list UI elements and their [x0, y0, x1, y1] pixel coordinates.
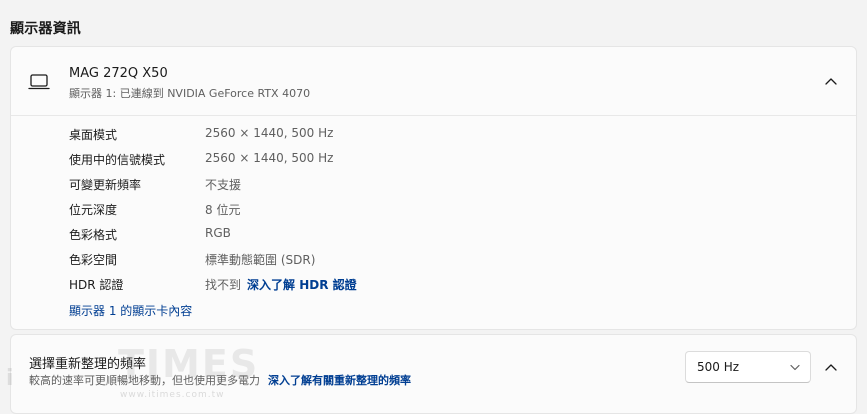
chevron-up-icon: [825, 364, 837, 371]
collapse-monitor-button[interactable]: [818, 68, 844, 94]
refresh-rate-card: 選擇重新整理的頻率 較高的速率可更順暢地移動，但也使用更多電力 深入了解有關重新整…: [10, 334, 857, 414]
refresh-rate-dropdown[interactable]: 500 Hz: [685, 351, 811, 383]
detail-value-group: 找不到 深入了解 HDR 認證: [205, 276, 357, 293]
detail-label: 桌面模式: [69, 128, 118, 142]
refresh-rate-learn-more-link[interactable]: 深入了解有關重新整理的頻率: [268, 374, 411, 387]
detail-row-desktop-mode: 桌面模式 2560 × 1440, 500 Hz: [11, 124, 856, 144]
detail-row-active-signal-mode: 使用中的信號模式 2560 × 1440, 500 Hz: [11, 149, 856, 169]
detail-label: 色彩格式: [69, 228, 118, 242]
detail-label: 色彩空間: [69, 253, 118, 267]
laptop-icon: [28, 74, 50, 90]
detail-label: HDR 認證: [69, 278, 124, 292]
detail-row-color-space: 色彩空間 標準動態範圍 (SDR): [11, 249, 856, 269]
monitor-card: MAG 272Q X50 顯示器 1: 已連線到 NVIDIA GeForce …: [10, 46, 857, 330]
chevron-down-icon: [790, 364, 800, 371]
detail-value: 標準動態範圍 (SDR): [205, 253, 316, 267]
detail-value: 8 位元: [205, 203, 241, 217]
detail-row-hdr-certification: HDR 認證 找不到 深入了解 HDR 認證: [11, 274, 856, 294]
hdr-certification-link[interactable]: 深入了解 HDR 認證: [247, 278, 357, 292]
refresh-rate-description: 較高的速率可更順暢地移動，但也使用更多電力 深入了解有關重新整理的頻率: [29, 372, 411, 388]
detail-value: 不支援: [205, 178, 242, 192]
collapse-refresh-button[interactable]: [818, 354, 844, 380]
detail-value: 2560 × 1440, 500 Hz: [205, 126, 334, 140]
detail-label: 可變更新頻率: [69, 178, 142, 192]
refresh-rate-subtitle: 較高的速率可更順暢地移動，但也使用更多電力: [29, 374, 260, 387]
detail-row-color-format: 色彩格式 RGB: [11, 224, 856, 244]
detail-value: 2560 × 1440, 500 Hz: [205, 151, 334, 165]
monitor-connection-info: 顯示器 1: 已連線到 NVIDIA GeForce RTX 4070: [69, 87, 311, 100]
detail-label: 使用中的信號模式: [69, 153, 166, 167]
monitor-card-header[interactable]: MAG 272Q X50 顯示器 1: 已連線到 NVIDIA GeForce …: [11, 47, 856, 116]
detail-row-bit-depth: 位元深度 8 位元: [11, 199, 856, 219]
refresh-rate-selected-value: 500 Hz: [697, 360, 740, 374]
chevron-up-icon: [825, 78, 837, 85]
detail-value: RGB: [205, 226, 231, 240]
refresh-rate-title: 選擇重新整理的頻率: [29, 357, 147, 372]
monitor-name: MAG 272Q X50: [69, 66, 168, 81]
display-adapter-properties-link[interactable]: 顯示器 1 的顯示卡內容: [69, 302, 192, 319]
section-title: 顯示器資訊: [10, 21, 81, 37]
detail-row-variable-refresh-rate: 可變更新頻率 不支援: [11, 174, 856, 194]
detail-value: 找不到: [205, 278, 242, 292]
detail-label: 位元深度: [69, 203, 118, 217]
